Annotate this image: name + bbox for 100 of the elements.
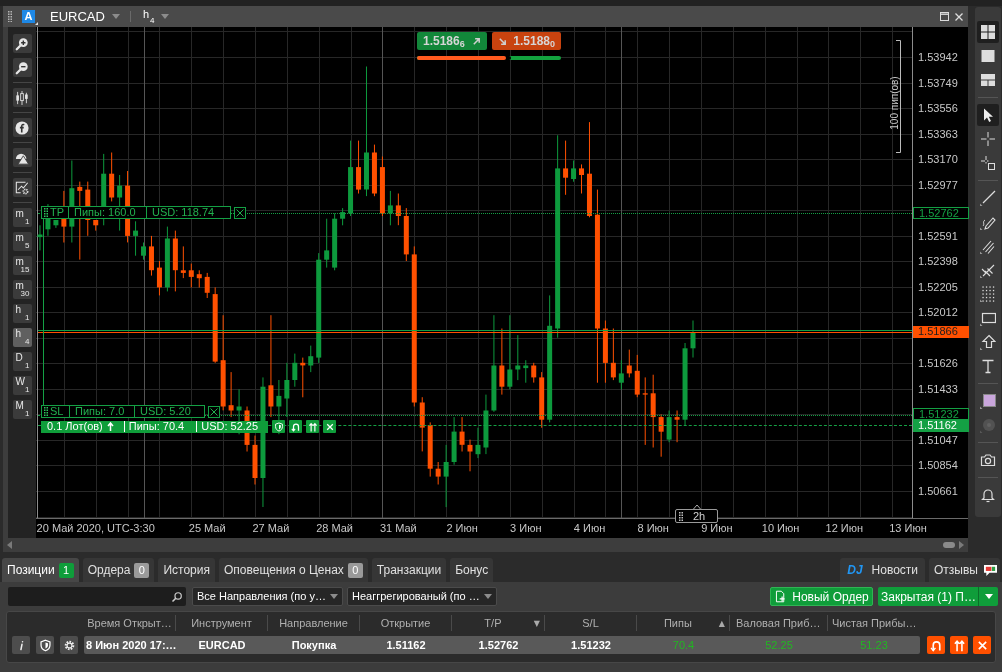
gear-icon — [62, 638, 76, 652]
direction-dropdown[interactable]: Все Направления (по у… — [192, 587, 343, 606]
candle-wick — [644, 377, 646, 445]
table-row[interactable]: 8 Июн 2020 17:… EURCAD Покупка 1.51162 1.52762 1.51232 70.4 52.25 51.23 — [84, 636, 920, 654]
info-button[interactable] — [12, 636, 30, 654]
falling-candle-body — [156, 267, 162, 288]
grip-icon[interactable] — [44, 407, 48, 416]
function-button[interactable] — [12, 118, 32, 137]
sort-indicator[interactable]: ▲ — [718, 618, 725, 628]
protect-button[interactable] — [272, 420, 285, 433]
zoom-in-button[interactable] — [12, 34, 32, 53]
chart-group-button[interactable]: A — [22, 10, 35, 23]
scroll-right-icon[interactable] — [959, 541, 964, 549]
search-field[interactable] — [8, 587, 186, 606]
date-axis-label: 9 Июн — [701, 522, 733, 534]
column-header[interactable]: Направление — [279, 616, 348, 630]
closed-positions-button[interactable]: Закрытая (1) П… — [878, 587, 978, 606]
zoom-out-button[interactable] — [12, 58, 32, 77]
crosshair-box-icon — [980, 155, 996, 171]
close-icon — [324, 421, 335, 432]
quote-button[interactable]: 1.5188$_{0}$ — [491, 32, 561, 50]
close-icon — [975, 638, 989, 652]
news-tab[interactable]: DJ Новости — [840, 558, 926, 582]
panel-tab[interactable]: Оповещения о Ценах 0 — [218, 558, 368, 582]
chart-type-button[interactable] — [12, 88, 32, 107]
falling-candle-body — [77, 186, 83, 191]
timeframe-button[interactable]: M 1 — [12, 400, 32, 419]
aggregation-dropdown[interactable]: Неаггрегированый (по … — [347, 587, 497, 606]
rising-candle-body — [292, 362, 298, 380]
column-header[interactable]: Инструмент — [191, 616, 252, 630]
reviews-tab[interactable]: Отзывы — [929, 558, 1000, 582]
layout-grid-button[interactable] — [977, 21, 999, 43]
panel-tab[interactable]: Бонус — [450, 558, 494, 582]
rising-candle-body — [682, 348, 688, 420]
scroll-left-icon[interactable] — [7, 541, 12, 549]
protection-button[interactable] — [36, 636, 54, 654]
panel-tab[interactable]: История — [158, 558, 215, 582]
price-axis-label: 1.50661 — [918, 485, 958, 497]
reverse-position-button[interactable] — [927, 636, 945, 654]
grip-icon[interactable] — [679, 511, 683, 521]
close-position-button[interactable] — [973, 636, 991, 654]
column-header[interactable]: Чистая Прибы… — [832, 616, 917, 630]
time-marker[interactable]: 2h — [675, 509, 718, 523]
rising-candle-body — [690, 332, 696, 349]
sort-indicator[interactable]: ▼ — [533, 618, 540, 628]
double-arrow-up-icon — [307, 421, 318, 432]
column-header[interactable]: T/P — [484, 616, 502, 630]
timeframe-button[interactable]: h 1 — [12, 304, 32, 323]
settings-button[interactable] — [60, 636, 78, 654]
timeframe-button[interactable]: m 30 — [12, 280, 32, 299]
close-position-button[interactable] — [323, 420, 336, 433]
timeframe-button[interactable]: m 5 — [12, 232, 32, 251]
timeframe-button[interactable]: m 15 — [12, 256, 32, 275]
rising-candle-body — [491, 365, 497, 411]
column-header[interactable]: S/L — [582, 616, 599, 630]
falling-candle-body — [228, 405, 234, 411]
date-axis-label: 27 Май — [252, 522, 290, 534]
grip-icon[interactable] — [44, 208, 48, 217]
panel-tab[interactable]: Транзакции — [371, 558, 447, 582]
arrow-up-icon — [106, 422, 114, 431]
rising-candle-body — [443, 462, 449, 477]
falling-candle-body — [379, 167, 385, 214]
candle-wick — [525, 360, 527, 383]
reverse-button[interactable] — [289, 420, 302, 433]
take-profit-tag[interactable]: TP Пипы: 160.0 USD: 118.74 — [41, 206, 231, 219]
add-to-position-button[interactable] — [950, 636, 968, 654]
rising-candle-body — [348, 167, 354, 214]
timeframe-button[interactable]: m 1 — [12, 208, 32, 227]
panel-tab[interactable]: Ордера 0 — [82, 558, 155, 582]
grip-icon[interactable] — [8, 10, 12, 23]
timeframe-button[interactable]: h 4 — [12, 328, 32, 347]
stop-loss-tag[interactable]: SL Пипы: 7.0 USD: 5.20 — [41, 405, 205, 418]
column-header[interactable]: Открытие — [380, 616, 431, 630]
four-panes-icon — [980, 24, 996, 40]
position-tag[interactable]: 0.1 Лот(ов) Пипы: 70.4 USD: 52.25 — [41, 420, 268, 433]
remove-take-profit-button[interactable] — [234, 206, 246, 219]
rising-candle-body — [117, 185, 123, 198]
close-icon[interactable] — [955, 12, 963, 21]
pointer-button[interactable] — [977, 104, 999, 126]
timeframe-button[interactable]: W 1 — [12, 376, 32, 395]
price-axis-label: 1.52205 — [918, 281, 958, 293]
maximize-icon[interactable] — [940, 12, 949, 21]
add-position-button[interactable] — [306, 420, 319, 433]
lot-size-label: 0.1 Лот(ов) — [47, 421, 103, 432]
remove-stop-loss-button[interactable] — [208, 405, 220, 418]
date-axis-label: 31 Май — [379, 522, 417, 534]
symbol-dropdown[interactable]: EURCAD — [50, 8, 120, 25]
menu-caret-button[interactable] — [978, 587, 998, 606]
shield-icon — [273, 421, 284, 432]
column-header[interactable]: Время Открыт… — [87, 616, 172, 630]
bell-icon — [980, 487, 996, 503]
candle-wick — [676, 410, 678, 443]
panel-tab[interactable]: Позиции 1 — [2, 558, 79, 582]
column-header[interactable]: Валовая Приб… — [736, 616, 821, 630]
chart-settings-button[interactable] — [12, 178, 32, 197]
column-header[interactable]: Пипы — [663, 616, 692, 630]
scroll-thumb[interactable] — [943, 542, 955, 548]
timeframe-button[interactable]: D 1 — [12, 352, 32, 371]
shapes-button[interactable] — [12, 148, 32, 167]
new-order-button[interactable]: Новый Ордер — [770, 587, 873, 606]
